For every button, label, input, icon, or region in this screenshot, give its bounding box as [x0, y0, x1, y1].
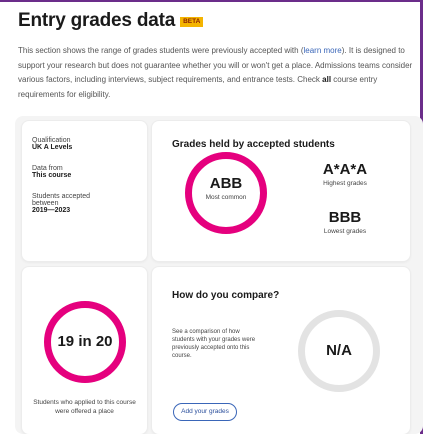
data-from-value: This course	[32, 172, 72, 179]
grades-card: Grades held by accepted students ABB Mos…	[152, 121, 410, 261]
qualification-label: Qualification	[32, 137, 71, 144]
accepted-label: Students accepted between	[32, 193, 90, 207]
grades-card-title: Grades held by accepted students	[172, 139, 335, 150]
compare-description: See a comparison of how students with yo…	[172, 329, 256, 359]
qualification-card: Qualification UK A Levels Data from This…	[22, 121, 147, 261]
learn-more-link[interactable]: learn more	[303, 46, 341, 55]
offer-ratio-value: 19 in 20	[57, 333, 113, 350]
section-header: Entry grades data BETA	[18, 10, 204, 32]
entry-grades-section: Entry grades data BETA This section show…	[0, 0, 423, 434]
qualification-value: UK A Levels	[32, 144, 73, 151]
most-common-label: Most common	[205, 194, 247, 201]
highest-grade-label: Highest grades	[323, 180, 367, 187]
highest-grade: A*A*A	[322, 161, 368, 178]
compare-card-title: How do you compare?	[172, 290, 280, 301]
lowest-grade-label: Lowest grades	[323, 228, 367, 235]
qualification-group: Qualification UK A Levels	[32, 137, 72, 151]
intro-bold-word: all	[322, 75, 332, 84]
add-your-grades-button[interactable]: Add your grades	[173, 403, 237, 421]
compare-center: N/A	[298, 342, 380, 359]
beta-badge: BETA	[180, 16, 204, 28]
highest-grades-group: A*A*A Highest grades	[305, 161, 385, 187]
page-title: Entry grades data	[18, 10, 176, 31]
offer-ratio-card: 19 in 20 Students who applied to this co…	[22, 267, 147, 434]
intro-text: This section shows the range of grades s…	[18, 44, 413, 102]
lowest-grade: BBB	[328, 209, 362, 226]
data-from-label: Data from	[32, 165, 63, 172]
offer-ratio-caption: Students who applied to this course were…	[33, 399, 136, 415]
top-border	[0, 0, 423, 2]
data-from-group: Data from This course	[32, 165, 71, 179]
intro-text-part-1: This section shows the range of grades s…	[18, 46, 304, 55]
accepted-value: 2019—2023	[32, 207, 71, 214]
offer-ratio-center: 19 in 20	[44, 333, 126, 350]
compare-value: N/A	[326, 342, 352, 359]
lowest-grades-group: BBB Lowest grades	[305, 209, 385, 235]
most-common-group: ABB Most common	[185, 175, 267, 202]
accepted-group: Students accepted between 2019—2023	[32, 193, 110, 214]
most-common-grade: ABB	[209, 175, 243, 192]
